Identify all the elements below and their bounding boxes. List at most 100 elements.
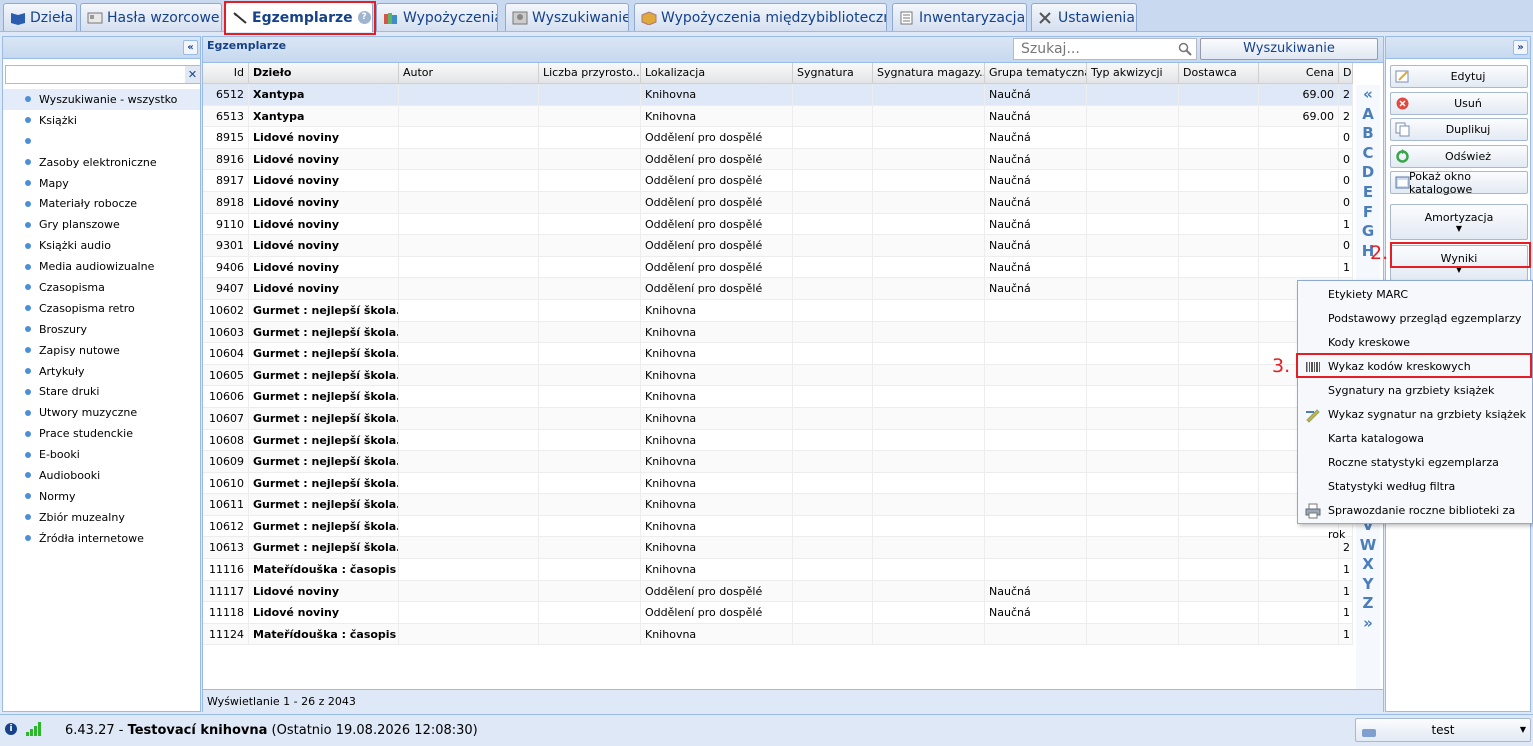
- table-row[interactable]: 11124 Mateřídouška : časopis ... Knihovna 1: [203, 623, 1353, 646]
- table-row[interactable]: 11118 Lidové noviny Oddělení pro dospělé Na…: [203, 602, 1353, 624]
- tab-inwentaryzacja[interactable]: Inwentaryzacja: [892, 3, 1027, 31]
- column-header[interactable]: Autor: [399, 63, 539, 83]
- tab-wypozyczenia[interactable]: Wypożyczenia: [376, 3, 498, 31]
- table-row[interactable]: 10613 Gurmet : nejlepší škola... Knihovna 2: [203, 537, 1353, 560]
- table-row[interactable]: 9406 Lidové noviny Oddělení pro dospělé Nau…: [203, 256, 1353, 279]
- alphabet-letter[interactable]: Z: [1356, 594, 1380, 614]
- column-header[interactable]: Cena: [1259, 63, 1339, 83]
- column-header[interactable]: Grupa tematyczna: [985, 63, 1087, 83]
- menu-item[interactable]: Wykaz kodów kreskowych: [1299, 355, 1532, 379]
- category-item[interactable]: Utwory muzyczne: [3, 402, 200, 423]
- category-item[interactable]: Książki: [3, 110, 200, 131]
- poka-okno-katalogowe-button[interactable]: Pokaż okno katalogowe: [1390, 170, 1528, 196]
- table-row[interactable]: 10602 Gurmet : nejlepší škola... Knihovna: [203, 299, 1353, 322]
- table-row[interactable]: 10604 Gurmet : nejlepší škola... Knihovna: [203, 343, 1353, 365]
- table-row[interactable]: 8918 Lidové noviny Oddělení pro dospělé Nau…: [203, 191, 1353, 214]
- alphabet-letter[interactable]: F: [1356, 203, 1380, 223]
- category-item[interactable]: Książki audio: [3, 235, 200, 256]
- column-header[interactable]: Id: [203, 63, 249, 83]
- alphabet-letter[interactable]: C: [1356, 144, 1380, 164]
- category-item[interactable]: Zapisy nutowe: [3, 340, 200, 361]
- menu-item[interactable]: Podstawowy przegląd egzemplarzy: [1299, 307, 1532, 331]
- table-row[interactable]: 10612 Gurmet : nejlepší škola... Knihovna: [203, 515, 1353, 538]
- alphabet-letter[interactable]: G: [1356, 222, 1380, 242]
- search-icon[interactable]: [1178, 42, 1192, 56]
- column-header[interactable]: Sygnatura: [793, 63, 873, 83]
- category-item[interactable]: [3, 131, 200, 152]
- table-row[interactable]: 10611 Gurmet : nejlepší škola... Knihovna: [203, 494, 1353, 516]
- category-item[interactable]: Zasoby elektroniczne: [3, 152, 200, 173]
- table-row[interactable]: 10609 Gurmet : nejlepší škola... Knihovna: [203, 451, 1353, 473]
- column-header[interactable]: Sygnatura magazy...: [873, 63, 985, 83]
- category-item[interactable]: Wyszukiwanie - wszystko: [3, 89, 200, 110]
- alphabet-letter[interactable]: »: [1356, 614, 1380, 634]
- alphabet-letter[interactable]: B: [1356, 124, 1380, 144]
- alphabet-letter[interactable]: A: [1356, 105, 1380, 125]
- category-item[interactable]: Media audiowizualne: [3, 256, 200, 277]
- category-item[interactable]: Czasopisma retro: [3, 298, 200, 319]
- column-header[interactable]: Dzieło: [249, 63, 399, 83]
- table-row[interactable]: 6512 Xantypa Knihovna Naučná 69.00 2: [203, 84, 1353, 106]
- table-row[interactable]: 8917 Lidové noviny Oddělení pro dospělé Nau…: [203, 170, 1353, 192]
- tab-wyszukiwanie[interactable]: Wyszukiwanie: [505, 3, 629, 31]
- category-item[interactable]: E-booki: [3, 444, 200, 465]
- table-row[interactable]: 10603 Gurmet : nejlepší škola... Knihovna: [203, 321, 1353, 344]
- edytuj-button[interactable]: Edytuj: [1390, 65, 1528, 88]
- column-header[interactable]: Dostawca: [1179, 63, 1259, 83]
- menu-item[interactable]: Sprawozdanie roczne biblioteki za rok: [1299, 499, 1532, 541]
- collapse-right-icon[interactable]: »: [1513, 40, 1528, 55]
- category-item[interactable]: Materiały robocze: [3, 193, 200, 214]
- menu-item[interactable]: Etykiety MARC: [1299, 283, 1532, 307]
- category-item[interactable]: Źródła internetowe: [3, 528, 200, 549]
- table-row[interactable]: 8915 Lidové noviny Oddělení pro dospělé Nau…: [203, 127, 1353, 149]
- tab-wypozyczenia-miedzybiblioteczne[interactable]: Wypożyczenia międzybiblioteczne: [634, 3, 887, 31]
- help-icon[interactable]: ?: [357, 11, 371, 24]
- duplikuj-button[interactable]: Duplikuj: [1390, 118, 1528, 141]
- table-row[interactable]: 10607 Gurmet : nejlepší škola... Knihovna: [203, 407, 1353, 430]
- column-header[interactable]: Liczba przyrosto...: [539, 63, 641, 83]
- category-item[interactable]: Artykuły: [3, 361, 200, 382]
- tab-egzemplarze[interactable]: Egzemplarze?: [225, 2, 373, 32]
- collapse-left-icon[interactable]: «: [183, 40, 198, 55]
- alphabet-letter[interactable]: D: [1356, 163, 1380, 183]
- category-item[interactable]: Zbiór muzealny: [3, 507, 200, 528]
- alphabet-letter[interactable]: W: [1356, 536, 1380, 556]
- category-item[interactable]: Audiobooki: [3, 465, 200, 486]
- user-menu-button[interactable]: test ▼: [1355, 718, 1531, 742]
- table-row[interactable]: 10606 Gurmet : nejlepší škola... Knihovna: [203, 386, 1353, 408]
- tab-hasla-wzorcowe[interactable]: Hasła wzorcowe: [80, 3, 222, 31]
- search-input[interactable]: Szukaj...: [1013, 38, 1197, 60]
- clear-filter-icon[interactable]: ✕: [185, 66, 200, 83]
- column-header[interactable]: Lokalizacja: [641, 63, 793, 83]
- table-row[interactable]: 8916 Lidové noviny Oddělení pro dospělé Nau…: [203, 148, 1353, 171]
- alphabet-letter[interactable]: [1356, 261, 1380, 281]
- category-item[interactable]: Czasopisma: [3, 277, 200, 298]
- category-item[interactable]: Prace studenckie: [3, 423, 200, 444]
- category-item[interactable]: Mapy: [3, 173, 200, 194]
- table-row[interactable]: 11117 Lidové noviny Oddělení pro dospělé Na…: [203, 580, 1353, 603]
- menu-item[interactable]: Wykaz sygnatur na grzbiety książek: [1299, 403, 1532, 427]
- table-row[interactable]: 9301 Lidové noviny Oddělení pro dospělé Nau…: [203, 235, 1353, 257]
- category-item[interactable]: Gry planszowe: [3, 214, 200, 235]
- column-header[interactable]: Typ akwizycji: [1087, 63, 1179, 83]
- tab-dziela[interactable]: Dzieła: [3, 3, 77, 31]
- category-item[interactable]: Stare druki: [3, 381, 200, 402]
- table-row[interactable]: 9110 Lidové noviny Oddělení pro dospělé Nau…: [203, 213, 1353, 236]
- menu-item[interactable]: Kody kreskowe: [1299, 331, 1532, 355]
- category-item[interactable]: Normy: [3, 486, 200, 507]
- tab-ustawienia[interactable]: Ustawienia: [1031, 3, 1137, 31]
- alphabet-letter[interactable]: Y: [1356, 575, 1380, 595]
- category-filter-input[interactable]: ✕: [5, 65, 201, 84]
- table-row[interactable]: 10608 Gurmet : nejlepší škola... Knihovna: [203, 429, 1353, 452]
- menu-item[interactable]: Karta katalogowa: [1299, 427, 1532, 451]
- alphabet-letter[interactable]: E: [1356, 183, 1380, 203]
- info-icon[interactable]: i: [5, 723, 17, 735]
- menu-item[interactable]: Sygnatury na grzbiety książek: [1299, 379, 1532, 403]
- od-wie--button[interactable]: Odśwież: [1390, 144, 1528, 168]
- advanced-search-button[interactable]: Wyszukiwanie zaawansowane: [1200, 38, 1378, 76]
- table-row[interactable]: 10610 Gurmet : nejlepší škola... Knihovna: [203, 472, 1353, 495]
- amortization-button[interactable]: Amortyzacja ▼: [1390, 204, 1528, 240]
- results-button[interactable]: Wyniki ▼: [1390, 245, 1528, 281]
- alphabet-letter[interactable]: «: [1356, 85, 1380, 105]
- column-header[interactable]: D: [1339, 63, 1353, 83]
